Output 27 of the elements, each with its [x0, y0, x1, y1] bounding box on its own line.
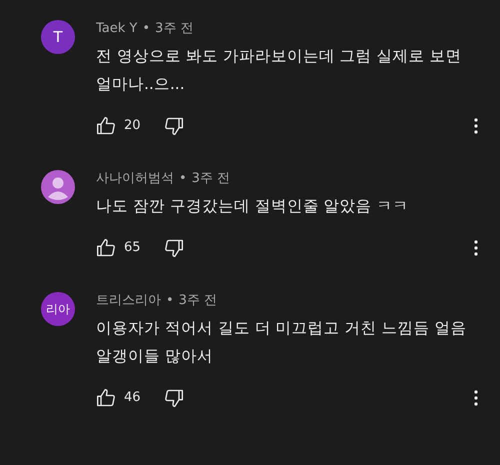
separator-dot: • — [142, 20, 150, 38]
more-options-icon[interactable] — [474, 118, 478, 134]
dislike-icon[interactable] — [164, 116, 184, 136]
comment-text: 전 영상으로 봐도 가파라보이는데 그럼 실제로 보면 얼마나..으... — [96, 46, 463, 95]
comment-author[interactable]: 사나이허범석 — [96, 169, 174, 189]
comment-author[interactable]: 트리스리아 — [96, 291, 161, 311]
like-count: 20 — [124, 117, 142, 136]
comment-text: 이용자가 적어서 길도 더 미끄럽고 거친 느낌듬 얼음 알갱이들 많아서 — [96, 318, 468, 367]
like-count: 46 — [124, 389, 142, 408]
comment-time: 3주 전 — [155, 20, 194, 38]
more-options-icon[interactable] — [474, 240, 478, 256]
like-icon[interactable] — [96, 238, 116, 258]
separator-dot: • — [179, 170, 187, 188]
avatar[interactable]: T — [41, 20, 75, 54]
comment-time: 3주 전 — [178, 292, 218, 310]
more-options-icon[interactable] — [474, 390, 478, 406]
like-count: 65 — [124, 239, 142, 258]
comment-author[interactable]: Taek Y — [96, 19, 138, 39]
comment-time: 3주 전 — [192, 170, 230, 188]
like-icon[interactable] — [96, 116, 116, 136]
dislike-icon[interactable] — [164, 388, 184, 408]
avatar-silhouette-icon[interactable] — [41, 170, 75, 204]
comment-text: 나도 잠깐 구경갔는데 절벽인줄 알았음 ㅋㅋ — [96, 196, 410, 217]
separator-dot: • — [166, 292, 174, 310]
like-icon[interactable] — [96, 388, 116, 408]
avatar[interactable]: 리아 — [41, 292, 75, 326]
dislike-icon[interactable] — [164, 238, 184, 258]
